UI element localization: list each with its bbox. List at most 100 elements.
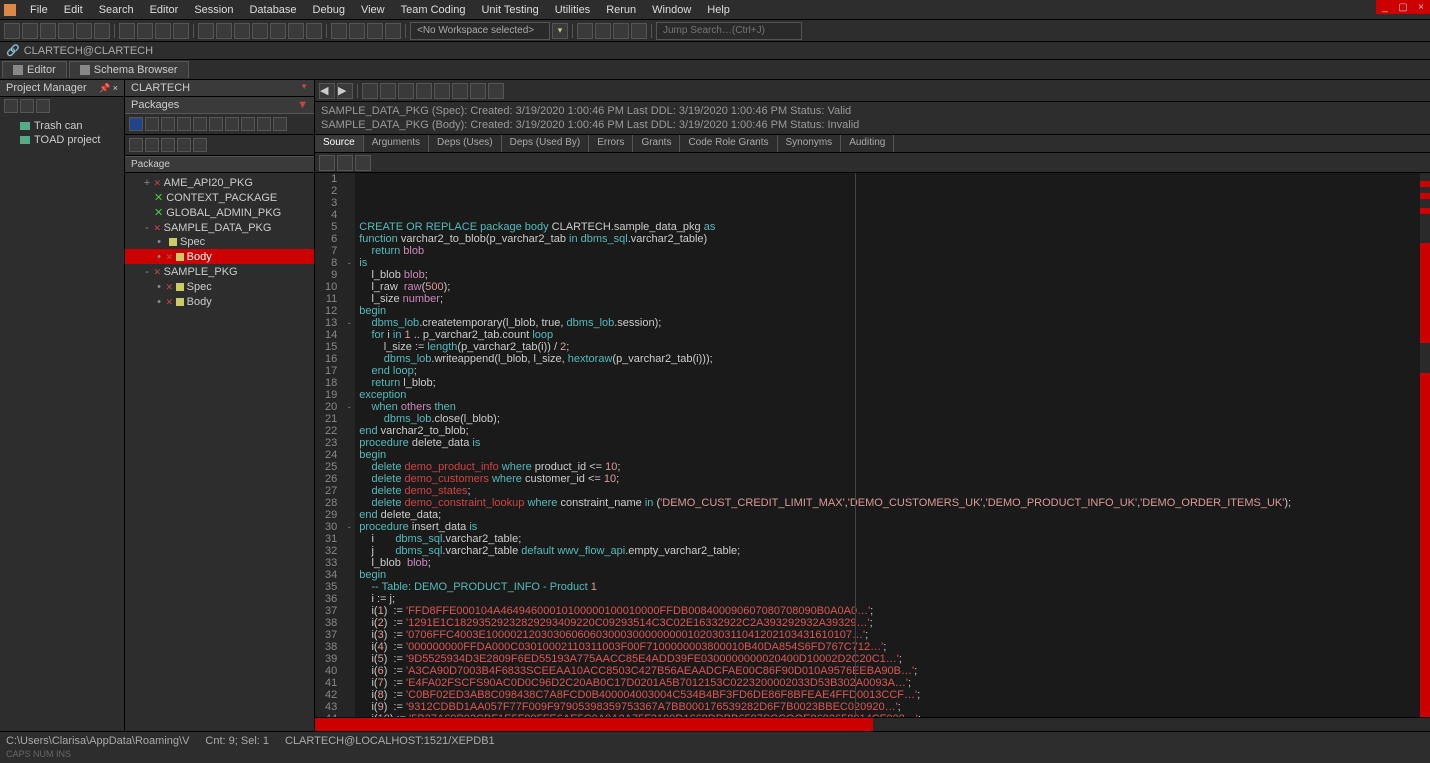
- pm-tool-button[interactable]: [36, 99, 50, 113]
- menu-debug[interactable]: Debug: [305, 2, 353, 18]
- src-tool-button[interactable]: [337, 155, 353, 171]
- detail-tab[interactable]: Synonyms: [778, 135, 842, 152]
- src-tool-button[interactable]: [355, 155, 371, 171]
- schema-name[interactable]: CLARTECH: [131, 82, 190, 94]
- obj-tool-button[interactable]: [193, 138, 207, 152]
- toolbar-button[interactable]: [349, 23, 365, 39]
- detail-tab[interactable]: Source: [315, 135, 364, 152]
- toolbar-button[interactable]: [94, 23, 110, 39]
- obj-tool-button[interactable]: [273, 117, 287, 131]
- toolbar-button[interactable]: [76, 23, 92, 39]
- src-tool-button[interactable]: [319, 155, 335, 171]
- nav-fwd-button[interactable]: ▶: [337, 83, 353, 99]
- obj-tool-button[interactable]: [177, 117, 191, 131]
- obj-tool-button[interactable]: [225, 117, 239, 131]
- package-child-item[interactable]: •Spec: [125, 235, 314, 249]
- obj-tool-button[interactable]: [177, 138, 191, 152]
- code-editor[interactable]: 1234567891011121314151617181920212223242…: [315, 173, 1430, 717]
- obj-tool-button[interactable]: [161, 138, 175, 152]
- package-child-item[interactable]: •✕Body: [125, 249, 314, 264]
- toolbar-button[interactable]: [173, 23, 189, 39]
- package-item[interactable]: -✕SAMPLE_DATA_PKG: [125, 220, 314, 235]
- ed-tool-button[interactable]: [398, 83, 414, 99]
- detail-tab[interactable]: Deps (Uses): [429, 135, 502, 152]
- detail-tab[interactable]: Errors: [589, 135, 633, 152]
- menu-view[interactable]: View: [353, 2, 393, 18]
- toolbar-button[interactable]: [137, 23, 153, 39]
- dropdown-icon[interactable]: ▼: [297, 99, 308, 111]
- package-item[interactable]: +✕AME_API20_PKG: [125, 175, 314, 190]
- ed-tool-button[interactable]: [488, 83, 504, 99]
- toolbar-button[interactable]: [613, 23, 629, 39]
- toolbar-button[interactable]: [288, 23, 304, 39]
- obj-tool-button[interactable]: [193, 117, 207, 131]
- minimize-button[interactable]: _: [1376, 0, 1394, 14]
- detail-tab[interactable]: Code Role Grants: [680, 135, 777, 152]
- menu-team-coding[interactable]: Team Coding: [393, 2, 474, 18]
- detail-tab[interactable]: Arguments: [364, 135, 429, 152]
- toolbar-button[interactable]: [577, 23, 593, 39]
- toolbar-button[interactable]: [58, 23, 74, 39]
- close-button[interactable]: ×: [1412, 0, 1430, 14]
- menu-utilities[interactable]: Utilities: [547, 2, 598, 18]
- toolbar-button[interactable]: [595, 23, 611, 39]
- obj-tool-button[interactable]: [161, 117, 175, 131]
- detail-tab[interactable]: Auditing: [841, 135, 894, 152]
- detail-tab[interactable]: Grants: [633, 135, 680, 152]
- workspace-selector[interactable]: <No Workspace selected>: [410, 22, 550, 40]
- toolbar-button[interactable]: [40, 23, 56, 39]
- obj-tool-button[interactable]: [145, 138, 159, 152]
- toolbar-button[interactable]: [155, 23, 171, 39]
- obj-tool-button[interactable]: [129, 117, 143, 131]
- ed-tool-button[interactable]: [452, 83, 468, 99]
- obj-tool-button[interactable]: [145, 117, 159, 131]
- menu-unit-testing[interactable]: Unit Testing: [473, 2, 546, 18]
- menu-search[interactable]: Search: [91, 2, 142, 18]
- tab-schema-browser[interactable]: Schema Browser: [69, 61, 189, 78]
- toolbar-button[interactable]: [4, 23, 20, 39]
- toolbar-button[interactable]: [631, 23, 647, 39]
- maximize-button[interactable]: ▢: [1394, 0, 1412, 14]
- obj-tool-button[interactable]: [209, 117, 223, 131]
- obj-tool-button[interactable]: [257, 117, 271, 131]
- ed-tool-button[interactable]: [434, 83, 450, 99]
- package-child-item[interactable]: •✕Body: [125, 294, 314, 309]
- toolbar-button[interactable]: [331, 23, 347, 39]
- nav-back-button[interactable]: ◀: [319, 83, 335, 99]
- toolbar-button[interactable]: [270, 23, 286, 39]
- obj-tool-button[interactable]: [241, 117, 255, 131]
- dropdown-icon[interactable]: ▼: [300, 82, 308, 94]
- package-item[interactable]: -✕SAMPLE_PKG: [125, 264, 314, 279]
- tab-editor[interactable]: Editor: [2, 61, 67, 78]
- horizontal-scrollbar[interactable]: [315, 717, 1430, 731]
- package-item[interactable]: ✕CONTEXT_PACKAGE: [125, 190, 314, 205]
- ed-tool-button[interactable]: [416, 83, 432, 99]
- pin-icon[interactable]: 📌 ×: [99, 83, 118, 94]
- toolbar-button[interactable]: [198, 23, 214, 39]
- package-child-item[interactable]: •✕Spec: [125, 279, 314, 294]
- error-strip[interactable]: [1420, 173, 1430, 717]
- toolbar-button[interactable]: [367, 23, 383, 39]
- pm-tool-button[interactable]: [4, 99, 18, 113]
- toolbar-button[interactable]: [306, 23, 322, 39]
- object-type-filter[interactable]: Packages: [131, 99, 179, 111]
- ed-tool-button[interactable]: [380, 83, 396, 99]
- toolbar-button[interactable]: [22, 23, 38, 39]
- ed-tool-button[interactable]: [362, 83, 378, 99]
- fold-toggle[interactable]: -: [343, 317, 355, 329]
- menu-database[interactable]: Database: [241, 2, 304, 18]
- toolbar-button[interactable]: [119, 23, 135, 39]
- menu-rerun[interactable]: Rerun: [598, 2, 644, 18]
- menu-edit[interactable]: Edit: [56, 2, 91, 18]
- menu-file[interactable]: File: [22, 2, 56, 18]
- detail-tab[interactable]: Deps (Used By): [502, 135, 590, 152]
- menu-editor[interactable]: Editor: [142, 2, 187, 18]
- package-item[interactable]: ✕GLOBAL_ADMIN_PKG: [125, 205, 314, 220]
- menu-session[interactable]: Session: [186, 2, 241, 18]
- fold-toggle[interactable]: -: [343, 521, 355, 533]
- toolbar-button[interactable]: [252, 23, 268, 39]
- obj-tool-button[interactable]: [129, 138, 143, 152]
- ed-tool-button[interactable]: [470, 83, 486, 99]
- menu-window[interactable]: Window: [644, 2, 699, 18]
- menu-help[interactable]: Help: [699, 2, 738, 18]
